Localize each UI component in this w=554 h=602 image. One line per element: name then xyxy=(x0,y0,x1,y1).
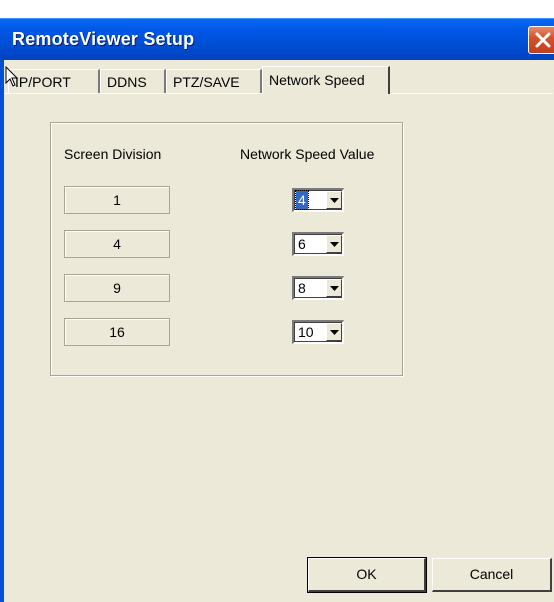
dropdown-button[interactable] xyxy=(326,323,342,341)
network-speed-selected: 10 xyxy=(298,324,314,340)
screen-division-value: 1 xyxy=(64,186,170,214)
network-speed-select[interactable]: 6 xyxy=(292,232,344,256)
screen-division-value: 4 xyxy=(64,230,170,258)
screen-division-value: 16 xyxy=(64,318,170,346)
network-speed-selected: 4 xyxy=(295,190,309,210)
tab-ip-port[interactable]: IP/PORT xyxy=(8,69,100,93)
network-speed-value-header: Network Speed Value xyxy=(240,146,375,162)
dropdown-button[interactable] xyxy=(326,279,342,297)
ok-button[interactable]: OK xyxy=(307,557,427,593)
dropdown-button[interactable] xyxy=(326,191,342,209)
chevron-down-icon xyxy=(330,286,339,291)
close-icon xyxy=(535,32,551,48)
window-title: RemoteViewer Setup xyxy=(12,29,195,49)
network-speed-select[interactable]: 8 xyxy=(292,276,344,300)
tab-ddns[interactable]: DDNS xyxy=(100,69,166,93)
network-speed-select[interactable]: 10 xyxy=(292,320,344,344)
network-speed-selected: 8 xyxy=(298,280,306,296)
title-bar[interactable]: RemoteViewer Setup xyxy=(0,18,554,60)
mouse-pointer-icon xyxy=(5,66,19,87)
chevron-down-icon xyxy=(330,198,339,203)
close-button[interactable] xyxy=(528,26,554,54)
network-speed-selected: 6 xyxy=(298,236,306,252)
screen-background xyxy=(0,0,554,18)
network-speed-select[interactable]: 4 xyxy=(292,188,344,212)
screen-division-header: Screen Division xyxy=(64,146,162,162)
tab-network-speed[interactable]: Network Speed xyxy=(262,66,390,94)
remoteviewer-setup-dialog: RemoteViewer Setup IP/PORT DDNS PTZ/SAVE… xyxy=(0,0,554,602)
dropdown-button[interactable] xyxy=(326,235,342,253)
tab-ptz-save[interactable]: PTZ/SAVE xyxy=(166,69,262,93)
chevron-down-icon xyxy=(330,330,339,335)
chevron-down-icon xyxy=(330,242,339,247)
screen-division-value: 9 xyxy=(64,274,170,302)
cancel-button[interactable]: Cancel xyxy=(432,558,552,592)
